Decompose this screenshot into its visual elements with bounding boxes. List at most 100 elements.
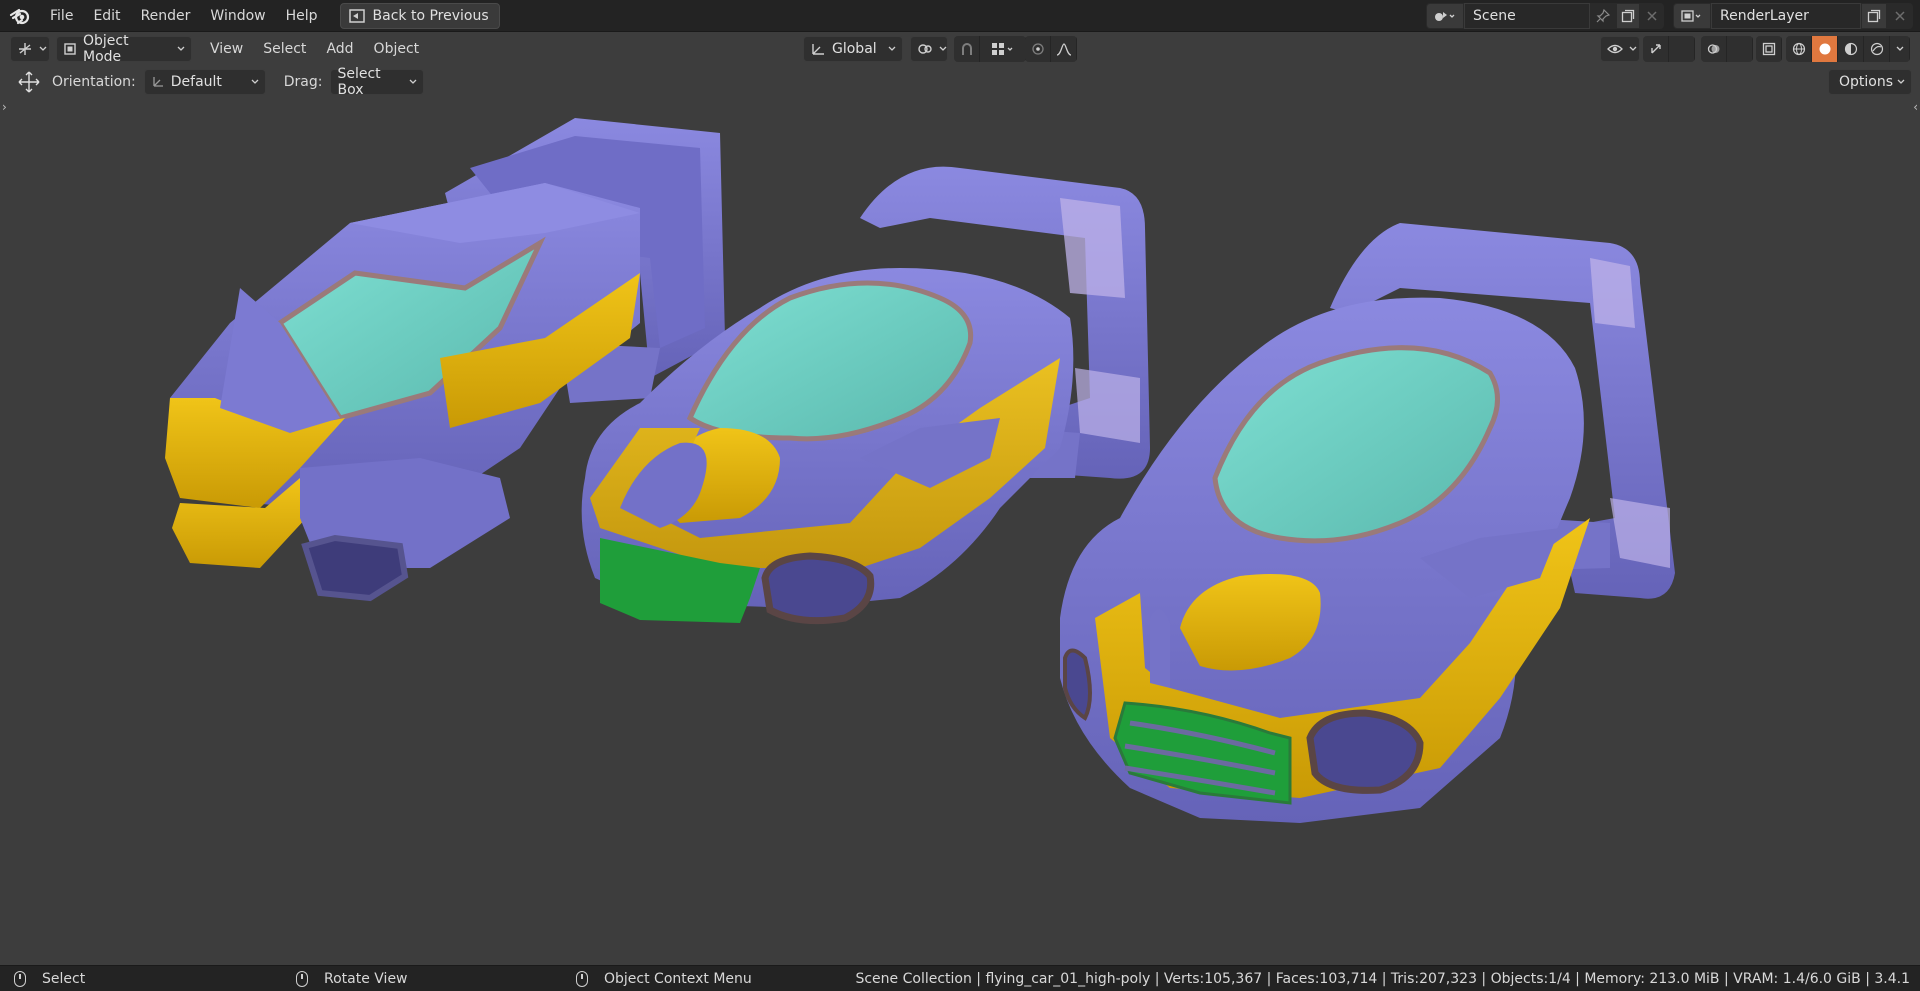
pivot-point-dropdown[interactable] xyxy=(910,36,948,62)
scene-selector: Scene xyxy=(1426,3,1664,29)
viewport-header: Object Mode View Select Add Object Globa… xyxy=(0,33,1920,65)
options-dropdown[interactable]: Options xyxy=(1827,69,1912,95)
top-menu-bar: File Edit Render Window Help Back to Pre… xyxy=(0,0,1920,32)
hint-select-label: Select xyxy=(42,970,86,987)
chevron-down-icon xyxy=(177,46,185,52)
rendered-sphere-icon xyxy=(1870,42,1884,56)
pivot-point-icon xyxy=(917,42,933,56)
object-mode-label: Object Mode xyxy=(83,33,129,65)
orientation-axes-icon xyxy=(810,42,826,56)
orientation-dropdown[interactable]: Default xyxy=(143,69,266,95)
chevron-down-icon xyxy=(939,46,947,52)
scene-name-field[interactable]: Scene xyxy=(1464,3,1590,29)
menu-object[interactable]: Object xyxy=(364,41,430,57)
gizmo-icon xyxy=(1649,42,1663,56)
3d-viewport[interactable]: › ‹ xyxy=(0,98,1920,965)
gizmo-dropdown[interactable] xyxy=(1669,36,1695,62)
delete-scene-button[interactable] xyxy=(1640,3,1664,29)
transform-orientation-dropdown[interactable]: Global xyxy=(803,36,903,62)
material-shading-button[interactable] xyxy=(1838,36,1864,62)
xray-group xyxy=(1756,36,1782,62)
proportional-edit-group xyxy=(1025,36,1077,62)
transform-orientation-label: Global xyxy=(832,41,877,57)
menu-window[interactable]: Window xyxy=(200,0,275,32)
render-layer-browse-button[interactable] xyxy=(1673,3,1711,29)
proportional-edit-icon xyxy=(1031,42,1045,56)
hint-rotate-view: Rotate View xyxy=(296,970,408,987)
overlays-icon xyxy=(1707,42,1721,56)
proportional-edit-button[interactable] xyxy=(1025,36,1051,62)
flying-car-high-poly[interactable] xyxy=(1060,223,1675,823)
chevron-down-icon xyxy=(888,46,896,52)
viewport-scene xyxy=(165,118,1675,823)
toolbar-expand-icon[interactable]: › xyxy=(2,100,7,114)
snap-toggle-button[interactable] xyxy=(954,36,980,62)
drag-dropdown[interactable]: Select Box xyxy=(330,66,425,98)
xray-icon xyxy=(1762,42,1776,56)
menu-render[interactable]: Render xyxy=(131,0,201,32)
visibility-dropdown[interactable] xyxy=(1600,36,1640,62)
hint-select: Select xyxy=(14,970,86,987)
chevron-down-icon xyxy=(251,79,259,85)
menu-add[interactable]: Add xyxy=(316,41,363,57)
scene-browse-button[interactable] xyxy=(1426,3,1464,29)
orientation-label: Orientation: xyxy=(52,74,136,90)
wireframe-sphere-icon xyxy=(1792,42,1806,56)
mouse-middle-icon xyxy=(296,970,308,987)
rendered-shading-button[interactable] xyxy=(1864,36,1890,62)
overlays-dropdown[interactable] xyxy=(1727,36,1753,62)
hint-context-menu: Object Context Menu xyxy=(576,970,752,987)
move-tool-icon[interactable] xyxy=(18,71,40,93)
mouse-right-icon xyxy=(576,970,588,987)
close-icon xyxy=(1646,10,1658,22)
magnet-icon xyxy=(960,42,974,56)
menu-help[interactable]: Help xyxy=(276,0,328,32)
duplicate-icon xyxy=(1621,9,1635,23)
status-bar: Select Rotate View Object Context Menu S… xyxy=(0,965,1920,991)
back-to-previous-button[interactable]: Back to Previous xyxy=(339,2,500,29)
screen-back-icon xyxy=(348,8,365,23)
solid-shading-button[interactable] xyxy=(1812,36,1838,62)
eye-icon xyxy=(1607,43,1623,55)
overlays-toggle-button[interactable] xyxy=(1701,36,1727,62)
delete-render-layer-button[interactable] xyxy=(1887,3,1913,29)
editor-type-dropdown[interactable] xyxy=(10,36,50,62)
solid-sphere-icon xyxy=(1818,42,1832,56)
menu-file[interactable]: File xyxy=(40,0,83,32)
new-render-layer-button[interactable] xyxy=(1861,3,1887,29)
chevron-down-icon xyxy=(1896,46,1904,52)
render-layer-icon xyxy=(1681,9,1703,23)
gizmo-toggle-button[interactable] xyxy=(1643,36,1669,62)
render-layer-name-field[interactable]: RenderLayer xyxy=(1711,3,1861,29)
snap-target-dropdown[interactable] xyxy=(980,36,1026,62)
drag-value: Select Box xyxy=(337,66,381,98)
shading-dropdown[interactable] xyxy=(1890,36,1910,62)
falloff-dropdown[interactable] xyxy=(1051,36,1077,62)
orientation-value: Default xyxy=(170,74,222,90)
wireframe-shading-button[interactable] xyxy=(1786,36,1812,62)
render-layer-name-text: RenderLayer xyxy=(1720,8,1809,24)
render-layer-selector: RenderLayer xyxy=(1673,3,1913,29)
menu-edit[interactable]: Edit xyxy=(83,0,130,32)
snapping-group xyxy=(954,36,1026,62)
falloff-curve-icon xyxy=(1056,42,1072,56)
xray-toggle-button[interactable] xyxy=(1756,36,1782,62)
grid-snap-icon xyxy=(991,42,1015,56)
object-mode-dropdown[interactable]: Object Mode xyxy=(56,33,192,65)
chevron-down-icon xyxy=(39,46,47,52)
pin-icon[interactable] xyxy=(1590,3,1616,29)
sidebar-expand-icon[interactable]: ‹ xyxy=(1913,100,1918,114)
drag-label: Drag: xyxy=(283,74,323,90)
hint-context-menu-label: Object Context Menu xyxy=(604,970,752,987)
hint-rotate-view-label: Rotate View xyxy=(324,970,408,987)
mouse-left-icon xyxy=(14,970,26,987)
chevron-down-icon xyxy=(1629,46,1637,52)
menu-select[interactable]: Select xyxy=(253,41,316,57)
scene-icon xyxy=(1434,9,1456,23)
viewport-3d-icon xyxy=(17,42,33,56)
menu-view[interactable]: View xyxy=(200,41,253,57)
blender-logo-icon[interactable] xyxy=(0,0,40,32)
new-scene-button[interactable] xyxy=(1616,3,1640,29)
overlays-group xyxy=(1701,36,1753,62)
duplicate-icon xyxy=(1867,9,1881,23)
